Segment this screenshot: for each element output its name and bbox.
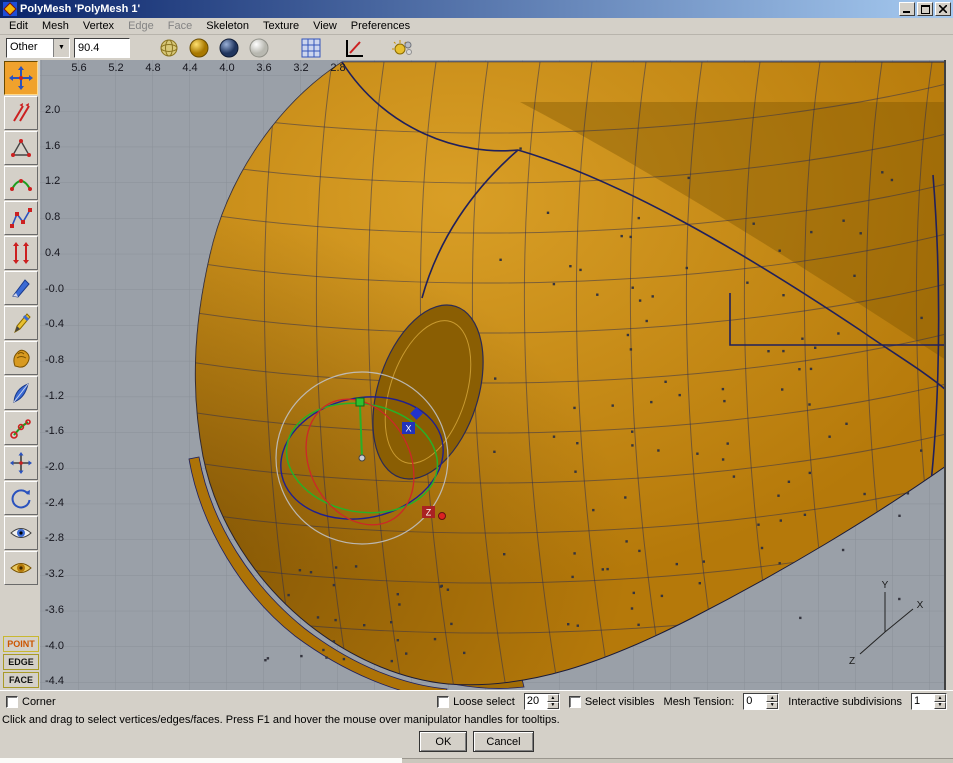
mesh-tension-spinner[interactable]: 0 ▲ ▼ [743, 693, 780, 710]
viewport[interactable]: X Z Y X Z 5.6 5.2 4.8 4.4 4.0 3.6 3.2 2.… [40, 60, 946, 690]
main-area: POINT EDGE FACE X Z Y X Z 5.6 5.2 4.8 4.… [0, 60, 953, 690]
select-visibles-checkbox[interactable]: Select visibles [568, 695, 655, 708]
mesh-tension-label: Mesh Tension: [663, 695, 735, 708]
mode-button-edge[interactable]: EDGE [3, 654, 39, 670]
mode-dropdown-value: Other [10, 40, 38, 53]
top-toolbar: Other ▼ [0, 35, 953, 60]
left-toolbar: POINT EDGE FACE [0, 60, 40, 690]
dialog-buttons: OK Cancel [0, 729, 953, 758]
chevron-down-icon[interactable]: ▼ [53, 38, 69, 57]
subdivisions-spinner[interactable]: 1 ▲ ▼ [911, 693, 947, 710]
loose-select-value: 20 [526, 695, 540, 707]
minimize-button[interactable] [899, 2, 915, 16]
mode-button-point[interactable]: POINT [3, 636, 39, 652]
bottom-controls: Corner Loose select 20 ▲ ▼ Select visible… [0, 690, 953, 712]
menu-item-edit[interactable]: Edit [2, 18, 35, 34]
mode-dropdown[interactable]: Other ▼ [6, 37, 70, 58]
menu-item-mesh[interactable]: Mesh [35, 18, 76, 34]
menu-item-texture[interactable]: Texture [256, 18, 306, 34]
checkbox-box[interactable] [437, 695, 450, 708]
corner-label: Corner [22, 695, 56, 708]
pencil-tool[interactable] [4, 306, 38, 340]
close-button[interactable] [935, 2, 951, 16]
menu-item-skeleton[interactable]: Skeleton [199, 18, 256, 34]
menu-item-vertex[interactable]: Vertex [76, 18, 121, 34]
app-icon [3, 2, 17, 16]
loose-select-label: Loose select [453, 695, 515, 708]
translate-axes-tool[interactable] [4, 446, 38, 480]
subdivisions-label: Interactive subdivisions [788, 695, 902, 708]
scale-tool[interactable] [4, 236, 38, 270]
desktop: PolyMesh 'PolyMesh 1' Edit Mesh Vertex E… [0, 0, 953, 763]
selection-mode-buttons: POINT EDGE FACE [3, 636, 39, 688]
taskbar-left [0, 758, 402, 763]
transparent-sphere-icon[interactable] [246, 36, 272, 60]
dark-shaded-sphere-icon[interactable] [216, 36, 242, 60]
taskbar-fragment [0, 758, 953, 763]
spin-down-button[interactable]: ▼ [934, 701, 946, 709]
manipulator-red-handle[interactable] [438, 512, 446, 520]
show-vertices-eye-tool[interactable] [4, 516, 38, 550]
taper-tool[interactable] [4, 131, 38, 165]
menu-item-view[interactable]: View [306, 18, 344, 34]
spin-up-button[interactable]: ▲ [766, 694, 779, 702]
smooth-shaded-sphere-icon[interactable] [186, 36, 212, 60]
move-tool[interactable] [4, 61, 38, 95]
wire-sphere-icon[interactable] [156, 36, 182, 60]
grid-icon[interactable] [298, 36, 324, 60]
svg-text:X: X [405, 424, 411, 434]
rotate-view-tool[interactable] [4, 481, 38, 515]
polymesh-window: PolyMesh 'PolyMesh 1' Edit Mesh Vertex E… [0, 0, 953, 758]
subdivisions-value: 1 [914, 695, 921, 707]
manipulator-center[interactable] [358, 454, 366, 462]
taskbar-right [402, 758, 953, 763]
spin-down-button[interactable]: ▼ [546, 701, 559, 709]
bend-tool[interactable] [4, 166, 38, 200]
menu-bar: Edit Mesh Vertex Edge Face Skeleton Text… [0, 18, 953, 35]
checkbox-box[interactable] [568, 695, 581, 708]
menu-item-edge[interactable]: Edge [121, 18, 161, 34]
spin-up-button[interactable]: ▲ [934, 694, 946, 702]
feather-tool[interactable] [4, 376, 38, 410]
spline-tool[interactable] [4, 201, 38, 235]
corner-view-icon[interactable] [342, 36, 368, 60]
skeleton-tool[interactable] [4, 411, 38, 445]
spin-up-button[interactable]: ▲ [546, 694, 559, 702]
svg-text:Z: Z [426, 508, 432, 518]
cancel-button[interactable]: Cancel [473, 731, 534, 752]
manipulator-y-handle[interactable] [355, 397, 365, 407]
select-visibles-label: Select visibles [584, 695, 655, 708]
axis-x-label: X [917, 600, 924, 611]
manipulator-x-tag[interactable]: X [402, 422, 415, 434]
spin-down-button[interactable]: ▼ [766, 701, 779, 709]
hide-vertices-eye-tool[interactable] [4, 551, 38, 585]
axis-y-label: Y [882, 580, 889, 591]
sculpt-tool[interactable] [4, 341, 38, 375]
mode-button-face[interactable]: FACE [3, 672, 39, 688]
title-bar[interactable]: PolyMesh 'PolyMesh 1' [0, 0, 953, 18]
render-preview-icon[interactable] [390, 36, 416, 60]
angle-input[interactable] [74, 37, 130, 58]
knife-tool[interactable] [4, 271, 38, 305]
skew-tool[interactable] [4, 96, 38, 130]
scene-canvas: X Z Y X Z [40, 60, 944, 690]
loose-select-checkbox[interactable]: Loose select [437, 695, 515, 708]
manipulator-z-tag[interactable]: Z [422, 506, 435, 518]
ok-button[interactable]: OK [419, 731, 468, 752]
corner-checkbox[interactable]: Corner [6, 695, 56, 708]
window-title: PolyMesh 'PolyMesh 1' [20, 3, 141, 15]
maximize-button[interactable] [917, 2, 933, 16]
menu-item-face[interactable]: Face [161, 18, 199, 34]
mesh-tension-value: 0 [746, 695, 753, 707]
axis-z-label: Z [849, 656, 855, 667]
loose-select-spinner[interactable]: 20 ▲ ▼ [523, 693, 560, 710]
status-bar: Click and drag to select vertices/edges/… [2, 714, 560, 726]
checkbox-box[interactable] [6, 695, 18, 708]
menu-item-preferences[interactable]: Preferences [344, 18, 417, 34]
